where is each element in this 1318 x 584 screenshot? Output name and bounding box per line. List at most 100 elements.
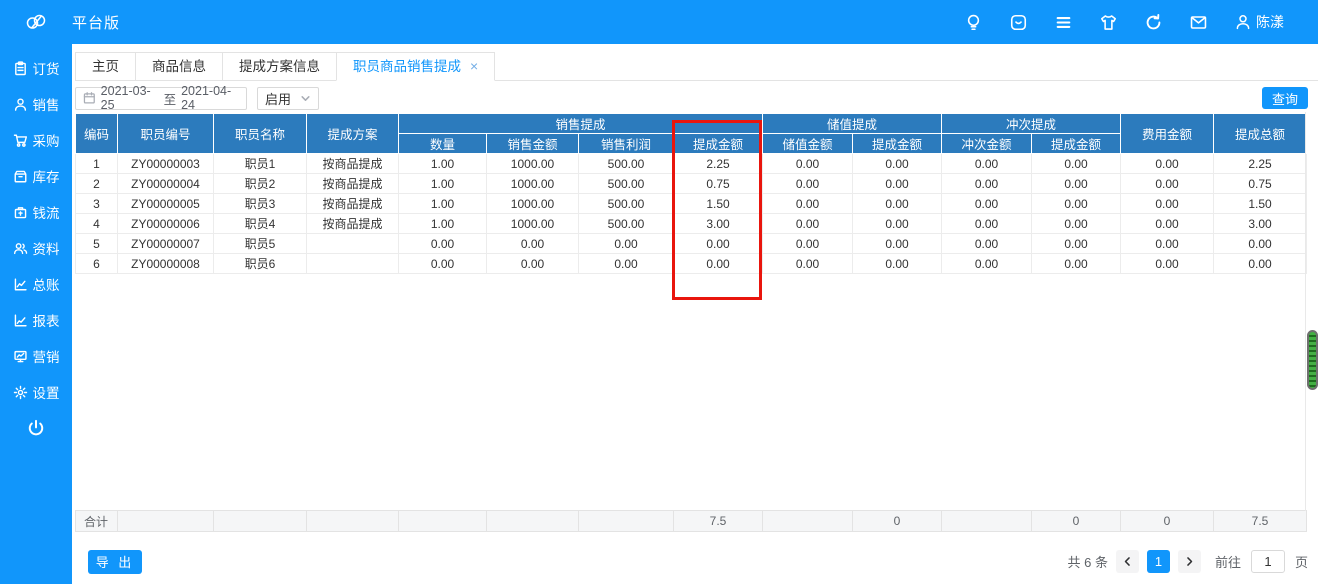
cell[interactable]: 500.00 — [578, 193, 674, 214]
cell[interactable]: 5 — [75, 233, 118, 254]
menu-icon[interactable] — [1054, 13, 1073, 32]
cell[interactable]: 0.00 — [941, 213, 1033, 234]
table-row[interactable]: 1 ZY00000003 职员1 按商品提成 1.00 1000.00 500.00 2.25… — [75, 153, 1308, 174]
cell[interactable]: 0.00 — [762, 153, 854, 174]
sidebar-item-caigou[interactable]: 采购 — [0, 122, 72, 158]
mail-icon[interactable] — [1189, 13, 1208, 32]
cell[interactable]: 按商品提成 — [306, 213, 399, 234]
cell[interactable]: 0.00 — [1120, 253, 1215, 274]
cell[interactable]: 0.00 — [1031, 213, 1122, 234]
sidebar-item-zongzhang[interactable]: 总账 — [0, 266, 72, 302]
cell[interactable]: ZY00000006 — [117, 213, 214, 234]
cell[interactable]: 1 — [75, 153, 118, 174]
cell[interactable]: 0.00 — [852, 173, 943, 194]
cell[interactable]: 0.00 — [578, 253, 674, 274]
goto-page-input[interactable] — [1250, 550, 1285, 573]
cell[interactable]: ZY00000003 — [117, 153, 214, 174]
cell[interactable]: 4 — [75, 213, 118, 234]
cell[interactable]: 1000.00 — [486, 213, 579, 234]
cell[interactable]: 0.00 — [852, 233, 943, 254]
cell[interactable]: ZY00000004 — [117, 173, 214, 194]
cell[interactable]: 3 — [75, 193, 118, 214]
cell[interactable]: 职员2 — [213, 173, 307, 194]
cell[interactable]: 0.75 — [1213, 173, 1308, 194]
next-page-button[interactable] — [1177, 550, 1201, 573]
cell[interactable]: 0.00 — [941, 173, 1033, 194]
table-row[interactable]: 2 ZY00000004 职员2 按商品提成 1.00 1000.00 500.00 0.75… — [75, 173, 1308, 194]
export-button[interactable]: 导 出 — [88, 549, 142, 574]
cell[interactable]: 2 — [75, 173, 118, 194]
cell[interactable]: 1.00 — [398, 173, 487, 194]
cell[interactable]: 1.50 — [672, 193, 764, 214]
theme-shirt-icon[interactable] — [1099, 13, 1118, 32]
cell[interactable]: 0.00 — [1031, 173, 1122, 194]
cell[interactable]: ZY00000005 — [117, 193, 214, 214]
query-button[interactable]: 查询 — [1262, 87, 1308, 109]
status-select[interactable]: 启用 — [257, 86, 319, 110]
cell[interactable]: 500.00 — [578, 153, 674, 174]
cell[interactable]: 0.00 — [762, 253, 854, 274]
sidebar-item-ziliao[interactable]: 资料 — [0, 230, 72, 266]
cell[interactable]: 0.00 — [852, 193, 943, 214]
cell[interactable]: 0.00 — [941, 193, 1033, 214]
cell[interactable]: 0.00 — [1213, 253, 1308, 274]
scrollbar-thumb[interactable] — [1307, 330, 1318, 390]
table-row[interactable]: 6 ZY00000008 职员6 0.00 0.00 0.00 0.00 0.00 0.00 0.… — [75, 253, 1308, 274]
cell[interactable]: 0.00 — [398, 253, 487, 274]
cell[interactable]: 按商品提成 — [306, 173, 399, 194]
cell[interactable] — [306, 253, 399, 274]
cell[interactable]: 0.00 — [941, 253, 1033, 274]
cell[interactable]: 2.25 — [672, 153, 764, 174]
cell[interactable]: 1.00 — [398, 153, 487, 174]
cell[interactable]: 0.00 — [1031, 233, 1122, 254]
cell[interactable]: 0.00 — [1120, 173, 1215, 194]
cell[interactable]: 0.00 — [1120, 153, 1215, 174]
cell[interactable]: 0.00 — [1031, 193, 1122, 214]
cell[interactable]: 6 — [75, 253, 118, 274]
cell[interactable]: 0.00 — [672, 233, 764, 254]
cell[interactable]: 职员1 — [213, 153, 307, 174]
logout-power-button[interactable] — [0, 410, 72, 446]
table-row[interactable]: 4 ZY00000006 职员4 按商品提成 1.00 1000.00 500.00 3.00… — [75, 213, 1308, 234]
sidebar-item-xiaoshou[interactable]: 销售 — [0, 86, 72, 122]
cell[interactable]: 0.00 — [1213, 233, 1308, 254]
cell[interactable]: 0.00 — [941, 153, 1033, 174]
sidebar-item-kucun[interactable]: 库存 — [0, 158, 72, 194]
cell[interactable] — [306, 233, 399, 254]
tips-bulb-icon[interactable] — [964, 13, 983, 32]
refresh-icon[interactable] — [1144, 13, 1163, 32]
cell[interactable]: 0.00 — [1120, 213, 1215, 234]
cell[interactable]: 0.00 — [398, 233, 487, 254]
cell[interactable]: 0.00 — [852, 213, 943, 234]
sidebar-item-baobiao[interactable]: 报表 — [0, 302, 72, 338]
table-row[interactable]: 5 ZY00000007 职员5 0.00 0.00 0.00 0.00 0.00 0.00 0.… — [75, 233, 1308, 254]
page-number-active[interactable]: 1 — [1146, 550, 1170, 573]
cell[interactable]: 1.50 — [1213, 193, 1308, 214]
sidebar-item-dinghuo[interactable]: 订货 — [0, 50, 72, 86]
cell[interactable]: 按商品提成 — [306, 193, 399, 214]
cell[interactable]: 0.00 — [1120, 193, 1215, 214]
tab-staff-sales-commission[interactable]: 职员商品销售提成 × — [336, 52, 496, 81]
user-menu[interactable]: 陈漾 — [1234, 12, 1284, 32]
cell[interactable]: 0.00 — [762, 213, 854, 234]
cell[interactable]: 2.25 — [1213, 153, 1308, 174]
cell[interactable]: 0.00 — [578, 233, 674, 254]
cell[interactable]: 3.00 — [672, 213, 764, 234]
cell[interactable]: 1.00 — [398, 213, 487, 234]
cell[interactable]: 0.00 — [1031, 253, 1122, 274]
cell[interactable]: 0.00 — [1031, 153, 1122, 174]
cell[interactable]: 0.00 — [672, 253, 764, 274]
cell[interactable]: 0.00 — [941, 233, 1033, 254]
sidebar-item-qianliu[interactable]: 钱流 — [0, 194, 72, 230]
cell[interactable]: 0.00 — [486, 253, 579, 274]
cell[interactable]: 0.00 — [1120, 233, 1215, 254]
cell[interactable]: 0.00 — [762, 233, 854, 254]
date-range-input[interactable]: 2021-03-25 至 2021-04-24 — [75, 84, 247, 112]
table-row[interactable]: 3 ZY00000005 职员3 按商品提成 1.00 1000.00 500.00 1.50… — [75, 193, 1308, 214]
cell[interactable]: 职员6 — [213, 253, 307, 274]
cell[interactable]: 0.00 — [852, 253, 943, 274]
cell[interactable]: ZY00000008 — [117, 253, 214, 274]
feedback-icon[interactable] — [1009, 13, 1028, 32]
cell[interactable]: 按商品提成 — [306, 153, 399, 174]
tab-commission-plan[interactable]: 提成方案信息 — [222, 52, 337, 80]
